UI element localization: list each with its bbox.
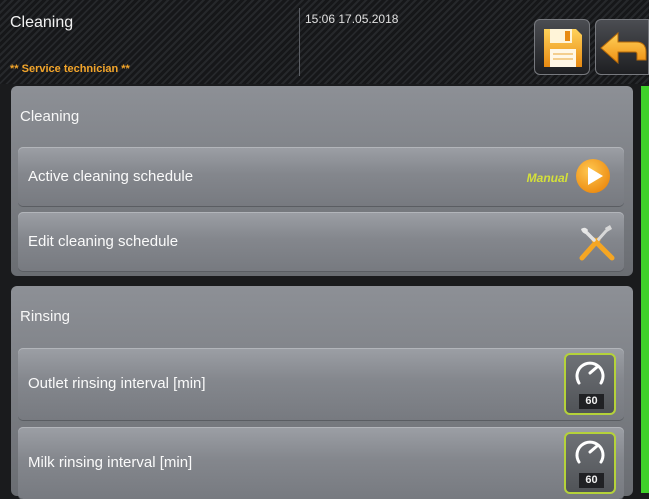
header-divider — [299, 8, 300, 76]
gauge-icon — [575, 361, 605, 385]
tools-icon — [579, 225, 615, 261]
page-title: Cleaning — [10, 14, 74, 31]
row-label: Milk rinsing interval [min] — [28, 454, 193, 471]
gauge-icon — [575, 440, 605, 464]
header-bar: Cleaning ** Service technician ** 15:06 … — [0, 0, 649, 84]
row-label: Outlet rinsing interval [min] — [28, 375, 206, 392]
back-button[interactable] — [595, 19, 649, 75]
play-icon[interactable] — [575, 158, 611, 194]
status-scrollbar[interactable] — [641, 86, 649, 493]
floppy-disk-icon — [544, 29, 582, 67]
row-label: Active cleaning schedule — [28, 168, 194, 185]
milk-rinsing-interval-row[interactable]: Milk rinsing interval [min] 60 — [18, 427, 624, 499]
rinsing-section: Rinsing Outlet rinsing interval [min] 60… — [11, 286, 633, 499]
schedule-mode-value: Manual — [526, 171, 568, 185]
back-arrow-icon — [600, 31, 647, 65]
section-title-cleaning: Cleaning — [20, 108, 80, 125]
row-label: Edit cleaning schedule — [28, 233, 179, 250]
cleaning-section: Cleaning Active cleaning schedule Manual… — [11, 86, 633, 276]
section-title-rinsing: Rinsing — [20, 308, 71, 325]
save-button[interactable] — [534, 19, 590, 75]
interval-value: 60 — [579, 473, 604, 488]
interval-gauge-button[interactable]: 60 — [564, 353, 616, 415]
interval-value: 60 — [579, 394, 604, 409]
interval-gauge-button[interactable]: 60 — [564, 432, 616, 494]
edit-cleaning-schedule-row[interactable]: Edit cleaning schedule — [18, 212, 624, 271]
outlet-rinsing-interval-row[interactable]: Outlet rinsing interval [min] 60 — [18, 348, 624, 420]
active-cleaning-schedule-row[interactable]: Active cleaning schedule Manual — [18, 147, 624, 206]
user-role-label: ** Service technician ** — [10, 63, 130, 75]
datetime-display: 15:06 17.05.2018 — [305, 12, 399, 26]
